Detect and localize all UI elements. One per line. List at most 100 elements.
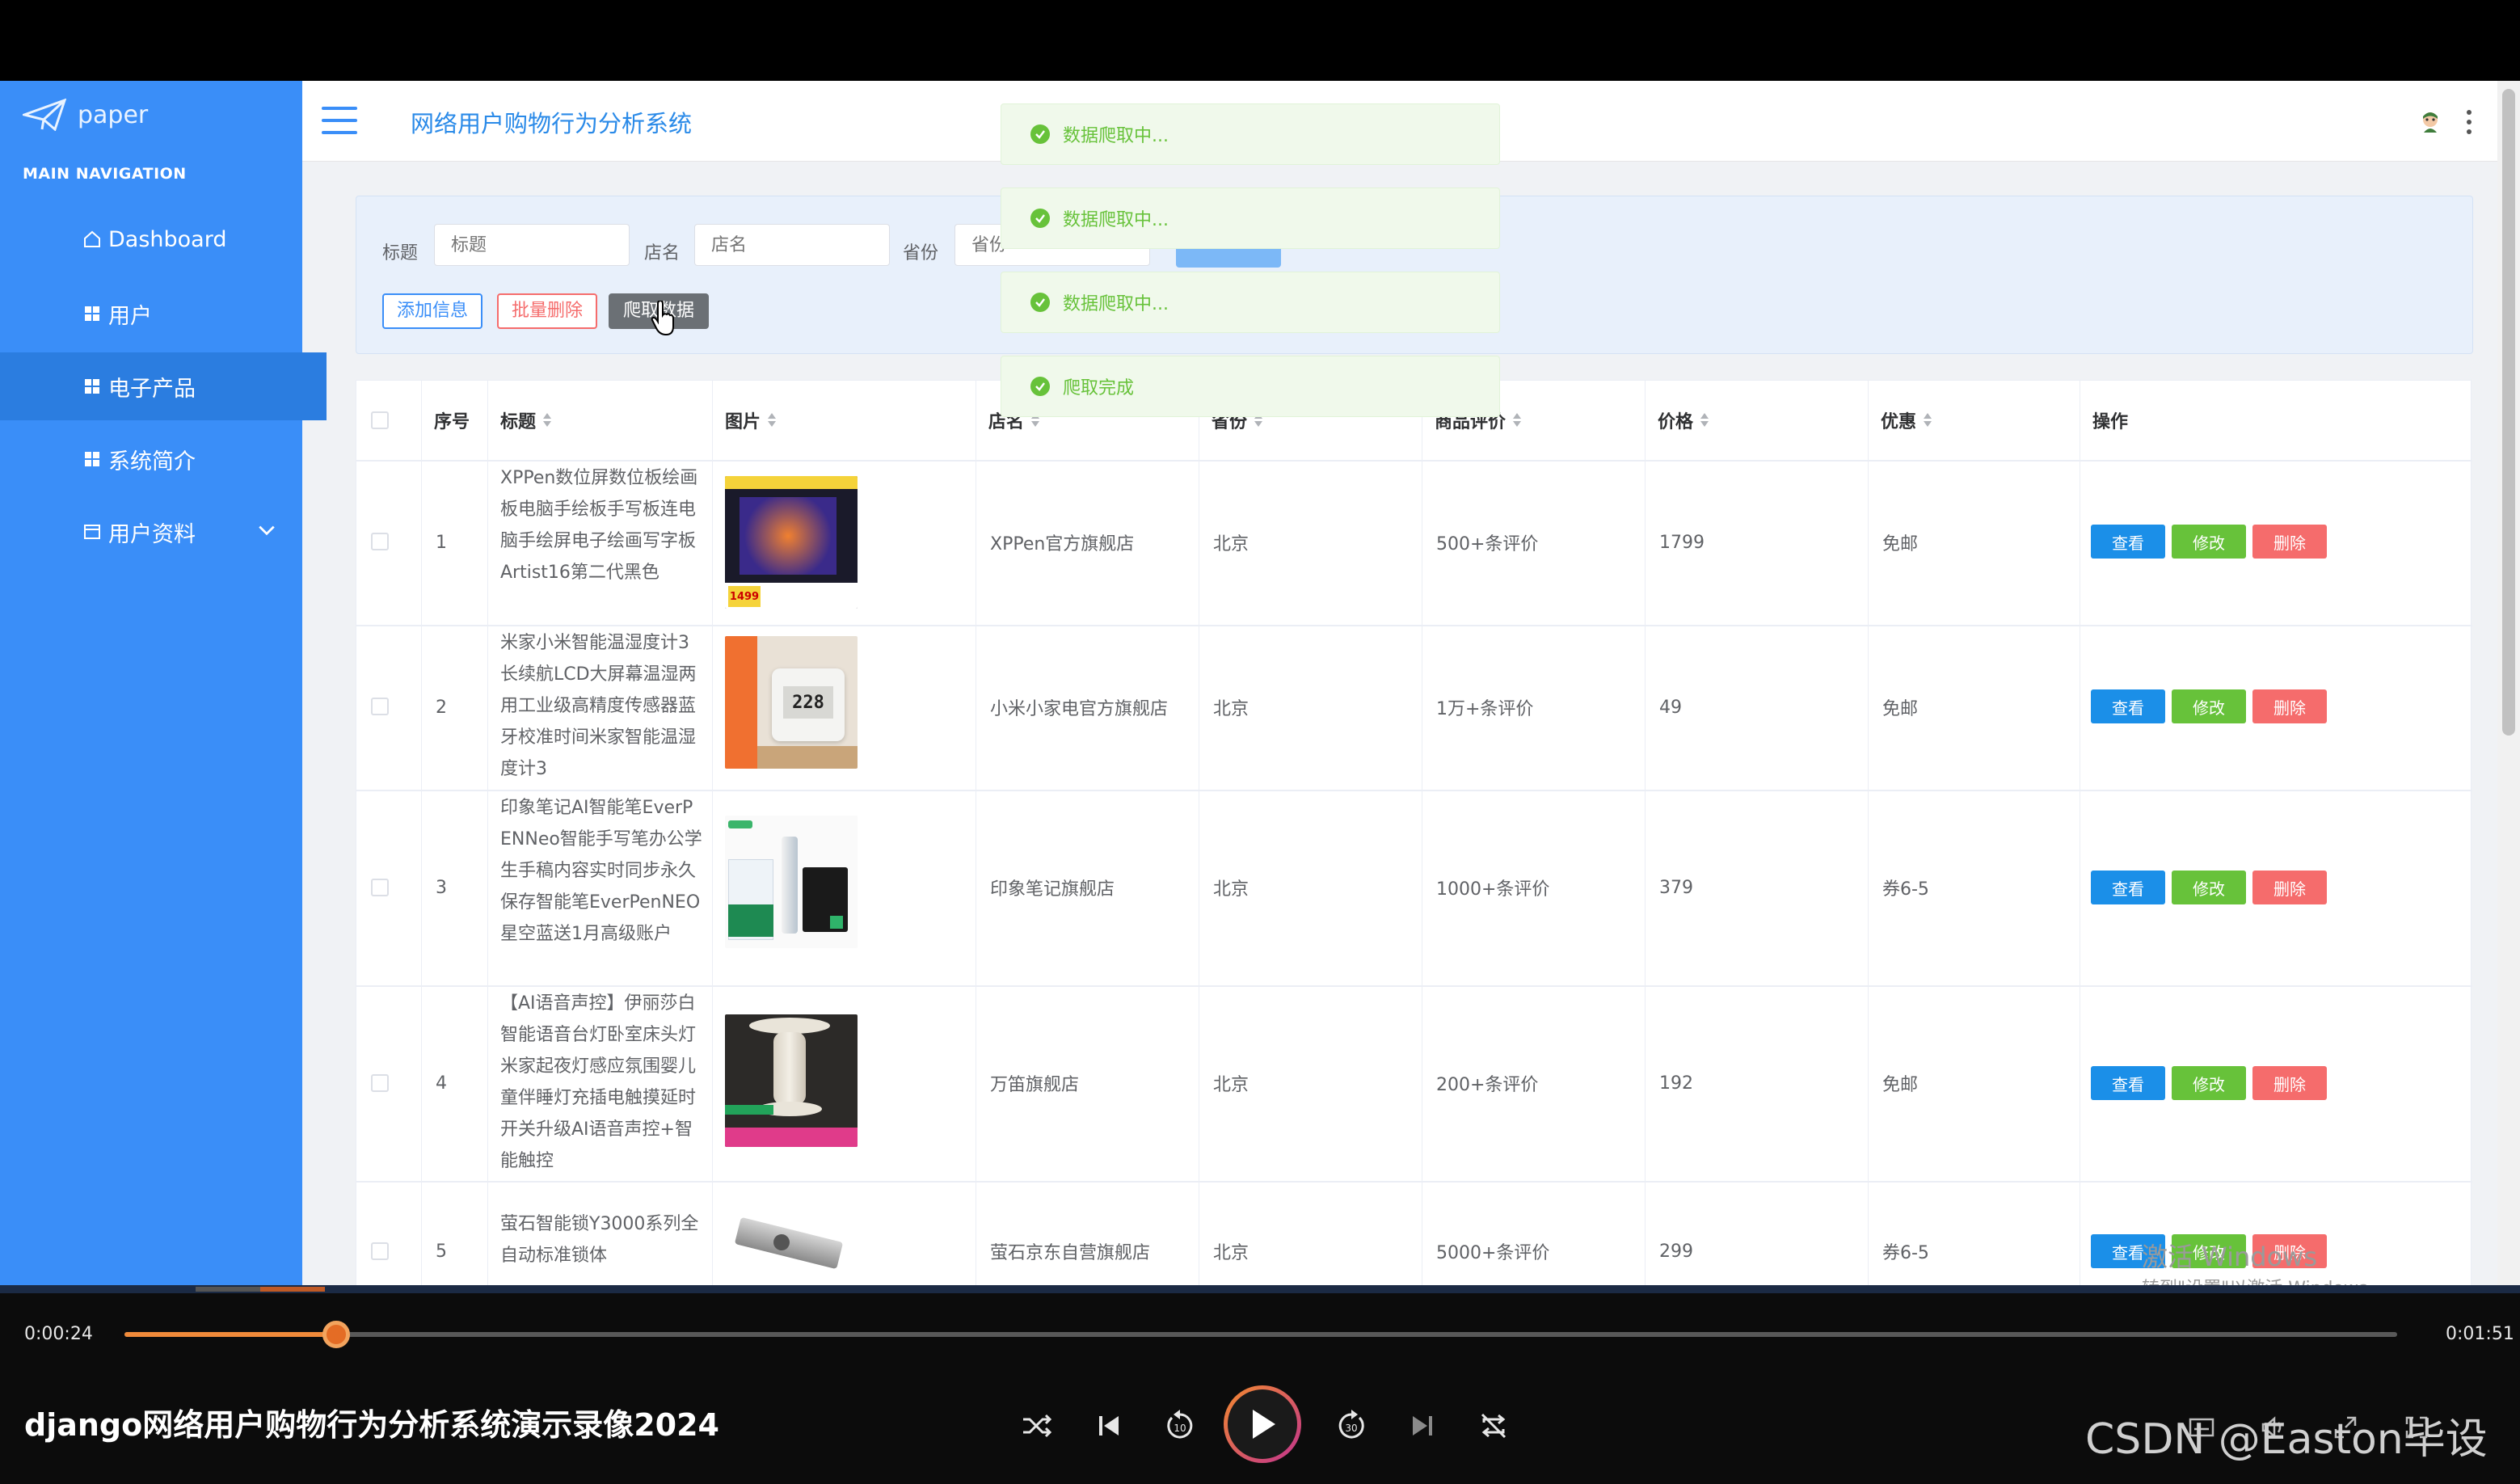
shop-name: 小米小家电官方旗舰店: [990, 699, 1169, 719]
column-header[interactable]: 标题: [487, 381, 552, 460]
delete-button[interactable]: 删除: [2252, 1066, 2327, 1100]
shuffle-icon[interactable]: [1017, 1406, 1056, 1445]
row-checkbox[interactable]: [371, 1074, 389, 1092]
sort-icon[interactable]: [767, 413, 777, 428]
view-button[interactable]: 查看: [2091, 1066, 2165, 1100]
timeline-preview-strip: [0, 1285, 2520, 1293]
province: 北京: [1213, 1243, 1249, 1263]
row-checkbox[interactable]: [371, 698, 389, 715]
product-image[interactable]: 228: [725, 636, 858, 769]
discount: 免邮: [1882, 534, 1919, 554]
rewind-10-icon[interactable]: 10: [1161, 1406, 1199, 1445]
province: 北京: [1213, 699, 1249, 719]
column-header[interactable]: 优惠: [1868, 381, 1932, 460]
product-table: 序号 标题 图片 店名 省份 商品评价 价格 优惠 操作 1 XPPen数位屏数…: [356, 380, 2472, 1285]
title-search-input[interactable]: [434, 224, 630, 266]
grid-icon: [85, 379, 99, 394]
product-image[interactable]: 1499: [725, 476, 858, 609]
sort-icon[interactable]: [1923, 413, 1932, 428]
row-checkbox[interactable]: [371, 533, 389, 550]
province: 北京: [1213, 534, 1249, 554]
product-title: 【AI语音声控】伊丽莎白智能语音台灯卧室床头灯米家起夜灯感应氛围婴儿童伴睡灯充插…: [500, 993, 697, 1171]
toast-text: 数据爬取中...: [1063, 210, 1169, 230]
select-all-checkbox[interactable]: [371, 411, 389, 429]
sort-icon[interactable]: [1512, 413, 1522, 428]
product-image[interactable]: [725, 1213, 858, 1285]
add-info-button[interactable]: 添加信息: [382, 293, 483, 329]
logo[interactable]: paper: [23, 92, 148, 137]
total-time: 0:01:51: [2446, 1324, 2514, 1344]
row-checkbox[interactable]: [371, 1242, 389, 1260]
play-button[interactable]: [1224, 1385, 1301, 1463]
progress-track[interactable]: [124, 1332, 2397, 1337]
success-check-icon: [1030, 209, 1050, 228]
table-row: 3 印象笔记AI智能笔EverPENNeo智能手写笔办公学生手稿内容实时同步永久…: [356, 790, 2472, 985]
table-row: 4 【AI语音声控】伊丽莎白智能语音台灯卧室床头灯米家起夜灯感应氛围婴儿童伴睡灯…: [356, 985, 2472, 1181]
price: 379: [1659, 877, 1693, 898]
product-image[interactable]: [725, 1014, 858, 1147]
sidebar-item-users[interactable]: 用户: [0, 280, 302, 348]
csdn-watermark: CSDN @Easton毕设: [2085, 1415, 2488, 1464]
reviews: 1万+条评价: [1436, 699, 1534, 719]
sort-icon[interactable]: [542, 413, 552, 428]
sidebar-item-electronics[interactable]: 电子产品: [0, 352, 327, 420]
title-label: 标题: [382, 243, 419, 263]
home-icon: [84, 230, 100, 247]
column-header[interactable]: 价格: [1645, 381, 1709, 460]
edit-button[interactable]: 修改: [2172, 871, 2246, 904]
previous-icon[interactable]: [1089, 1406, 1128, 1445]
column-header: 序号: [434, 412, 470, 432]
price: 49: [1659, 697, 1682, 718]
row-index: 2: [436, 697, 447, 718]
progress-knob[interactable]: [322, 1321, 350, 1348]
province-label: 省份: [903, 243, 939, 263]
more-options-icon[interactable]: [2465, 110, 2473, 134]
video-player-controls: 0:00:24 0:01:51 django网络用户购物行为分析系统演示录像20…: [0, 1285, 2520, 1484]
discount: 券6-5: [1882, 879, 1929, 900]
row-index: 1: [436, 532, 447, 553]
toast-message: 爬取完成: [1001, 356, 1500, 417]
sort-icon[interactable]: [1700, 413, 1709, 428]
edit-button[interactable]: 修改: [2172, 525, 2246, 559]
view-button[interactable]: 查看: [2091, 871, 2165, 904]
province: 北京: [1213, 1075, 1249, 1095]
row-index: 5: [436, 1241, 447, 1262]
edit-button[interactable]: 修改: [2172, 689, 2246, 723]
batch-delete-button[interactable]: 批量删除: [497, 293, 598, 329]
progress-fill: [124, 1332, 336, 1337]
paper-plane-icon: [23, 99, 66, 131]
product-image[interactable]: [725, 816, 858, 948]
row-index: 3: [436, 877, 447, 898]
view-button[interactable]: 查看: [2091, 525, 2165, 559]
row-checkbox[interactable]: [371, 879, 389, 896]
page-scrollbar[interactable]: [2497, 81, 2520, 1285]
delete-button[interactable]: 删除: [2252, 871, 2327, 904]
grid-icon: [85, 452, 99, 466]
page-title: 网络用户购物行为分析系统: [411, 110, 693, 137]
view-button[interactable]: 查看: [2091, 689, 2165, 723]
column-header[interactable]: 图片: [712, 381, 777, 460]
edit-button[interactable]: 修改: [2172, 1066, 2246, 1100]
row-index: 4: [436, 1073, 447, 1094]
repeat-icon[interactable]: [1474, 1406, 1513, 1445]
windows-activation-title: 激活 Windows: [2142, 1242, 2318, 1272]
shop-search-input[interactable]: [694, 224, 890, 266]
next-icon[interactable]: [1403, 1406, 1442, 1445]
rewind-label: 10: [1174, 1423, 1186, 1434]
discount: 券6-5: [1882, 1243, 1929, 1263]
forward-30-icon[interactable]: 30: [1332, 1406, 1371, 1445]
sidebar-item-user-profile[interactable]: 用户资料: [0, 498, 302, 566]
delete-button[interactable]: 删除: [2252, 525, 2327, 559]
letterbox-top: [0, 0, 2520, 81]
sidebar-item-system-intro[interactable]: 系统简介: [0, 425, 302, 493]
main-nav-label: MAIN NAVIGATION: [23, 165, 187, 183]
delete-button[interactable]: 删除: [2252, 689, 2327, 723]
reviews: 1000+条评价: [1436, 879, 1550, 900]
success-check-icon: [1030, 124, 1050, 144]
chevron-down-icon: [259, 525, 275, 536]
avatar[interactable]: [2417, 108, 2444, 136]
shop-name: XPPen官方旗舰店: [990, 534, 1135, 554]
menu-toggle-icon[interactable]: [322, 107, 357, 134]
sidebar-item-dashboard[interactable]: Dashboard: [0, 205, 302, 273]
image-display-text: 228: [783, 686, 833, 719]
